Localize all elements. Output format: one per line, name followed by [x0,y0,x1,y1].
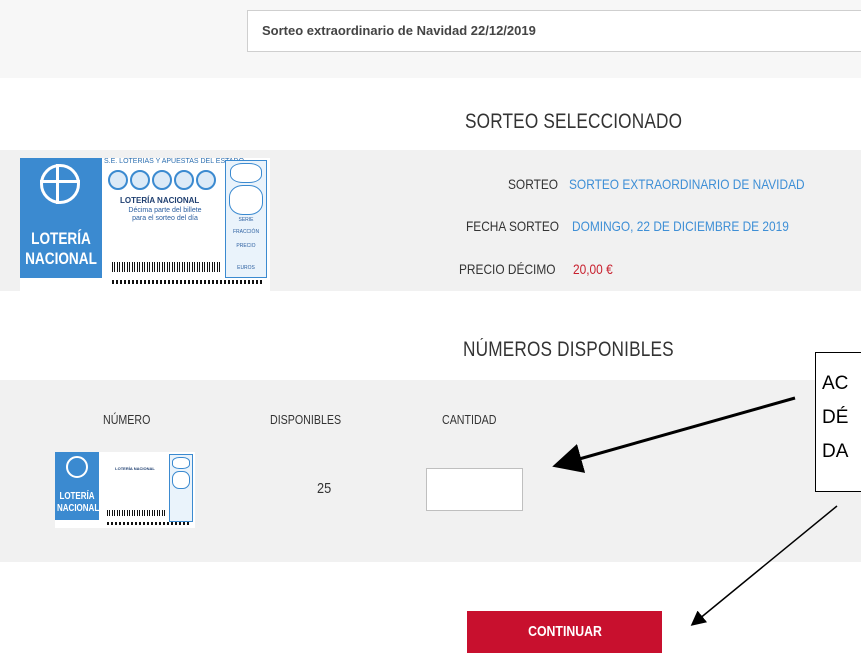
annotation-arrows [552,396,838,626]
annotation-callout: AC DÉ DA [815,352,861,492]
